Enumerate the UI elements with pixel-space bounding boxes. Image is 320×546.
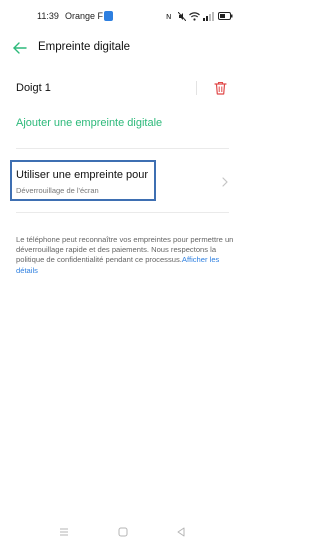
svg-text:N: N xyxy=(166,12,171,21)
back-icon[interactable] xyxy=(174,525,188,539)
use-fingerprint-subtitle: Déverrouillage de l'écran xyxy=(16,186,99,195)
menu-icon[interactable] xyxy=(57,525,71,539)
mute-icon xyxy=(178,11,186,21)
page-title: Empreinte digitale xyxy=(38,41,131,53)
divider xyxy=(196,81,197,95)
back-arrow-icon[interactable] xyxy=(12,40,28,56)
use-fingerprint-for-item[interactable]: Utiliser une empreinte pour Déverrouilla… xyxy=(0,160,245,204)
notification-app-icon xyxy=(104,11,113,21)
status-icons: N xyxy=(166,10,233,22)
privacy-info: Le téléphone peut reconnaître vos emprei… xyxy=(16,235,234,276)
status-bar: 11:39 Orange F N xyxy=(0,0,245,30)
fingerprint-name[interactable]: Doigt 1 xyxy=(16,82,51,94)
battery-icon xyxy=(218,12,233,20)
status-time: 11:39 xyxy=(37,11,59,21)
home-icon[interactable] xyxy=(116,525,130,539)
status-carrier: Orange F xyxy=(65,11,104,21)
divider xyxy=(16,148,229,149)
app-bar: Empreinte digitale xyxy=(0,36,245,60)
nfc-icon: N xyxy=(166,12,171,21)
navigation-bar xyxy=(0,520,245,546)
wifi-icon xyxy=(189,11,200,21)
divider xyxy=(16,212,229,213)
fingerprint-item[interactable]: Doigt 1 xyxy=(0,74,245,102)
use-fingerprint-title: Utiliser une empreinte pour xyxy=(16,169,149,181)
chevron-right-icon xyxy=(222,177,228,187)
trash-icon[interactable] xyxy=(214,81,227,95)
signal-icon xyxy=(203,11,214,21)
add-fingerprint-button[interactable]: Ajouter une empreinte digitale xyxy=(16,117,162,129)
